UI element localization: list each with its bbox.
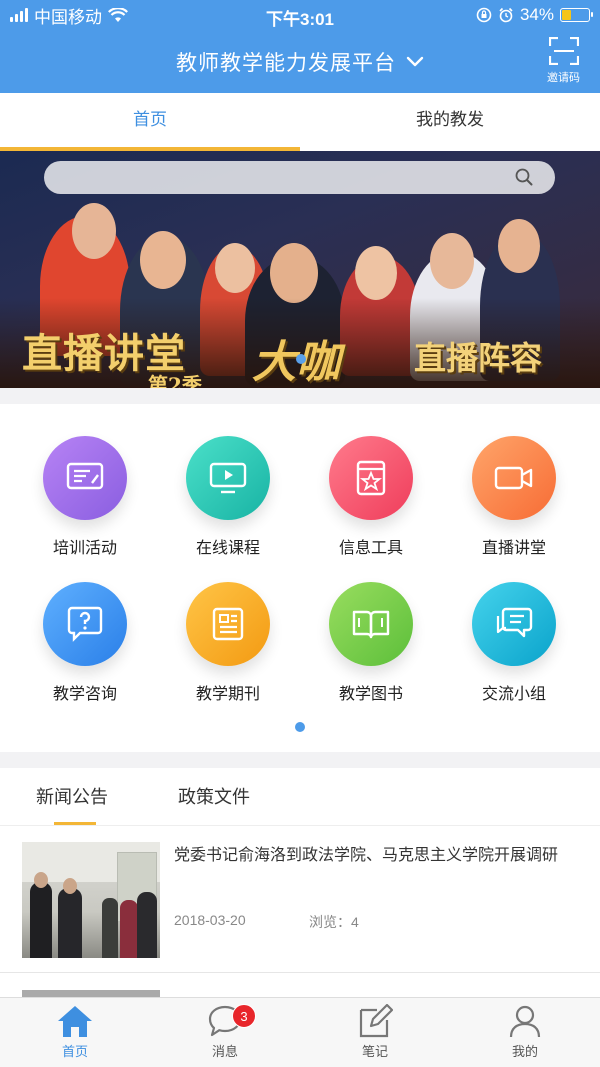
orientation-lock-icon <box>476 7 492 23</box>
grid-label-online-courses: 在线课程 <box>195 540 260 557</box>
grid-label-books: 教学图书 <box>338 686 403 703</box>
tabbar-profile[interactable]: 我的 <box>450 998 600 1067</box>
news-tabs: 新闻公告 政策文件 <box>0 768 600 826</box>
video-screen-icon <box>186 436 270 520</box>
news-date: 2018-03-20 <box>174 912 246 928</box>
chevron-down-icon <box>406 56 424 66</box>
battery-percent: 34% <box>519 5 554 24</box>
training-icon <box>43 436 127 520</box>
tabbar-home[interactable]: 首页 <box>0 998 150 1067</box>
scan-icon <box>548 37 579 65</box>
message-badge: 3 <box>232 1004 256 1028</box>
tab-home[interactable]: 首页 <box>0 93 300 151</box>
grid-item-groups[interactable]: 交流小组 <box>444 582 584 704</box>
tabbar-notes[interactable]: 笔记 <box>300 998 450 1067</box>
invite-code-label: 邀请码 <box>547 72 580 84</box>
platform-selector[interactable]: 教师教学能力发展平台 <box>176 47 424 77</box>
tabbar-home-label: 首页 <box>61 1044 88 1059</box>
tabbar-notes-label: 笔记 <box>361 1044 388 1059</box>
grid-label-journals: 教学期刊 <box>195 686 260 703</box>
wifi-icon <box>108 7 128 22</box>
top-bar: 中国移动 下午3:01 34% 教师教学能力发展平台 邀请码 <box>0 0 600 93</box>
grid-label-training: 培训活动 <box>52 540 117 557</box>
grid-item-consultation[interactable]: 教学咨询 <box>15 582 155 704</box>
page-title: 教师教学能力发展平台 <box>176 51 396 75</box>
search-bar[interactable] <box>44 161 555 194</box>
top-tabs: 首页 我的教发 <box>0 93 600 151</box>
question-chat-icon <box>43 582 127 666</box>
news-list-item[interactable]: 党委书记俞海洛到政法学院、马克思主义学院开展调研 2018-03-20 浏览：4 <box>22 842 582 960</box>
home-icon <box>58 1006 92 1037</box>
camera-icon <box>472 436 556 520</box>
news-thumbnail <box>22 842 160 958</box>
bottom-tab-bar: 首页 3 消息 笔记 我的 <box>0 997 600 1067</box>
status-bar: 中国移动 下午3:01 34% <box>0 0 600 30</box>
carrier-name: 中国移动 <box>34 7 102 27</box>
news-title: 党委书记俞海洛到政法学院、马克思主义学院开展调研 <box>174 847 559 864</box>
battery-icon <box>560 8 593 22</box>
banner-carousel[interactable]: 直播讲堂 大咖 直播阵容 第2季 <box>0 151 600 388</box>
tabbar-messages-label: 消息 <box>211 1044 238 1059</box>
tab-news[interactable]: 新闻公告 <box>36 768 108 825</box>
book-icon <box>329 582 413 666</box>
grid-item-journals[interactable]: 教学期刊 <box>158 582 298 704</box>
banner-page-indicator <box>296 354 306 364</box>
tab-my-development[interactable]: 我的教发 <box>300 93 600 151</box>
function-grid: 培训活动 在线课程 信息工具 直播讲堂 教学咨询 教学期刊 教学图书 交流小组 <box>0 404 600 752</box>
grid-item-info-tools[interactable]: 信息工具 <box>301 436 441 558</box>
grid-label-live-lecture: 直播讲堂 <box>481 540 546 557</box>
grid-page-indicator <box>295 722 305 732</box>
invite-code-button[interactable]: 邀请码 <box>547 37 580 85</box>
signal-icon <box>10 8 28 22</box>
banner-season: 第2季 <box>148 373 202 388</box>
profile-icon <box>509 1005 541 1038</box>
search-icon <box>515 168 533 186</box>
grid-item-training[interactable]: 培训活动 <box>15 436 155 558</box>
grid-item-books[interactable]: 教学图书 <box>301 582 441 704</box>
tabbar-profile-label: 我的 <box>511 1044 538 1059</box>
group-chat-icon <box>472 582 556 666</box>
grid-label-consultation: 教学咨询 <box>52 686 117 703</box>
banner-title-lineup: 直播阵容 <box>414 339 543 377</box>
journal-icon <box>186 582 270 666</box>
tab-policy[interactable]: 政策文件 <box>178 768 250 825</box>
note-icon <box>359 1004 393 1038</box>
alarm-icon <box>499 7 513 23</box>
toolbook-icon <box>329 436 413 520</box>
news-views: 浏览：4 <box>309 914 359 930</box>
grid-label-groups: 交流小组 <box>481 686 546 703</box>
divider <box>0 972 600 973</box>
nav-bar: 教师教学能力发展平台 邀请码 <box>0 30 600 93</box>
tabbar-messages[interactable]: 3 消息 <box>150 998 300 1067</box>
grid-label-info-tools: 信息工具 <box>338 540 403 557</box>
grid-item-live-lecture[interactable]: 直播讲堂 <box>444 436 584 558</box>
grid-item-online-courses[interactable]: 在线课程 <box>158 436 298 558</box>
